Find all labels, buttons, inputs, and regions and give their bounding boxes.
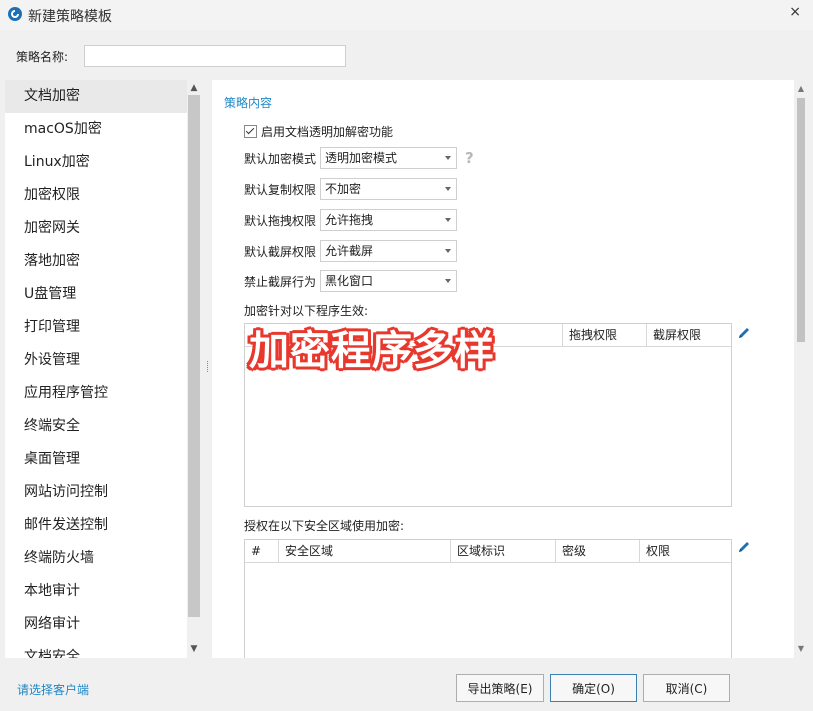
sidebar-item-endpoint-security[interactable]: 终端安全 <box>5 410 187 443</box>
default-screenshot-permission-select[interactable]: 允许截屏 <box>320 240 457 262</box>
checkbox-checked-icon[interactable] <box>244 125 257 138</box>
content-scrollbar[interactable]: ▲ ▼ <box>794 80 808 658</box>
zones-table[interactable]: # 安全区域 区域标识 密级 权限 <box>244 539 732 658</box>
field-label: 默认截屏权限 <box>244 244 317 259</box>
default-copy-permission-select[interactable]: 不加密 <box>320 178 457 200</box>
policy-name-label: 策略名称: <box>16 50 69 64</box>
column-header-security-zone: 安全区域 <box>279 540 451 562</box>
overlay-caption: 加密程序多样 <box>249 328 495 374</box>
close-button[interactable]: × <box>789 4 801 20</box>
dropdown-arrow-icon <box>445 279 451 283</box>
column-header-zone-id: 区域标识 <box>451 540 556 562</box>
sidebar-item-macos-encryption[interactable]: macOS加密 <box>5 113 187 146</box>
cancel-button[interactable]: 取消(C) <box>643 674 730 702</box>
policy-name-row: 策略名称: <box>0 38 813 74</box>
column-header-classification: 密级 <box>556 540 640 562</box>
app-logo-icon <box>8 7 22 21</box>
ok-button[interactable]: 确定(O) <box>550 674 637 702</box>
enable-transparent-encryption-label: 启用文档透明加解密功能 <box>261 125 394 139</box>
dropdown-arrow-icon <box>445 218 451 222</box>
sidebar-item-application-control[interactable]: 应用程序管控 <box>5 377 187 410</box>
help-icon[interactable]: ? <box>465 149 474 167</box>
sidebar-item-encryption-permissions[interactable]: 加密权限 <box>5 179 187 212</box>
column-header-screenshot-permission: 截屏权限 <box>653 328 702 342</box>
export-policy-button[interactable]: 导出策略(E) <box>456 674 544 702</box>
default-encryption-mode-select[interactable]: 透明加密模式 <box>320 147 457 169</box>
sidebar-item-landing-encryption[interactable]: 落地加密 <box>5 245 187 278</box>
dropdown-arrow-icon <box>445 249 451 253</box>
sidebar-item-document-security[interactable]: 文档安全 <box>5 641 187 658</box>
scroll-down-icon[interactable]: ▼ <box>794 642 808 656</box>
programs-table-label: 加密针对以下程序生效: <box>244 304 369 318</box>
sidebar-item-email-send-control[interactable]: 邮件发送控制 <box>5 509 187 542</box>
sidebar-scrollbar-thumb[interactable] <box>188 95 200 617</box>
sidebar-item-peripheral-management[interactable]: 外设管理 <box>5 344 187 377</box>
field-label: 默认复制权限 <box>244 182 317 197</box>
default-encryption-mode-row: 默认加密模式 透明加密模式 ? <box>244 146 474 170</box>
sidebar-nav: 文档加密 macOS加密 Linux加密 加密权限 加密网关 落地加密 U盘管理… <box>5 80 187 658</box>
content-scrollbar-thumb[interactable] <box>797 98 805 342</box>
scroll-down-icon[interactable]: ▼ <box>187 642 201 656</box>
sidebar-item-local-audit[interactable]: 本地审计 <box>5 575 187 608</box>
column-header-drag-permission: 拖拽权限 <box>563 324 647 346</box>
dropdown-arrow-icon <box>445 156 451 160</box>
default-screenshot-permission-row: 默认截屏权限 允许截屏 <box>244 239 457 263</box>
enable-transparent-encryption-row[interactable]: 启用文档透明加解密功能 <box>244 123 393 140</box>
zones-table-label: 授权在以下安全区域使用加密: <box>244 519 405 533</box>
sidebar-item-encryption-gateway[interactable]: 加密网关 <box>5 212 187 245</box>
scroll-up-icon[interactable]: ▲ <box>187 81 201 95</box>
sidebar-item-endpoint-firewall[interactable]: 终端防火墙 <box>5 542 187 575</box>
scroll-up-icon[interactable]: ▲ <box>794 82 808 96</box>
field-label: 禁止截屏行为 <box>244 274 317 289</box>
title-bar: 新建策略模板 × <box>0 0 813 30</box>
block-screenshot-behavior-select[interactable]: 黑化窗口 <box>320 270 457 292</box>
sidebar-item-usb-management[interactable]: U盘管理 <box>5 278 187 311</box>
splitter-handle[interactable] <box>206 360 210 378</box>
select-client-link[interactable]: 请选择客户端 <box>17 681 89 698</box>
sidebar-scrollbar[interactable]: ▲ ▼ <box>187 80 201 658</box>
column-header-permission: 权限 <box>646 544 671 558</box>
section-title: 策略内容 <box>224 96 273 110</box>
column-header-index: # <box>245 540 279 562</box>
window-title: 新建策略模板 <box>28 9 112 25</box>
sidebar-item-website-access-control[interactable]: 网站访问控制 <box>5 476 187 509</box>
default-drag-permission-row: 默认拖拽权限 允许拖拽 <box>244 208 457 232</box>
default-drag-permission-select[interactable]: 允许拖拽 <box>320 209 457 231</box>
field-label: 默认加密模式 <box>244 151 317 166</box>
sidebar-item-print-management[interactable]: 打印管理 <box>5 311 187 344</box>
sidebar-item-linux-encryption[interactable]: Linux加密 <box>5 146 187 179</box>
sidebar-item-desktop-management[interactable]: 桌面管理 <box>5 443 187 476</box>
sidebar-item-document-encryption[interactable]: 文档加密 <box>5 80 187 113</box>
policy-name-input[interactable] <box>84 45 346 67</box>
edit-pencil-icon[interactable] <box>737 540 751 554</box>
default-copy-permission-row: 默认复制权限 不加密 <box>244 177 457 201</box>
edit-pencil-icon[interactable] <box>737 326 751 340</box>
field-label: 默认拖拽权限 <box>244 213 317 228</box>
sidebar-item-network-audit[interactable]: 网络审计 <box>5 608 187 641</box>
zones-table-header: # 安全区域 区域标识 密级 权限 <box>245 540 731 563</box>
dropdown-arrow-icon <box>445 187 451 191</box>
block-screenshot-behavior-row: 禁止截屏行为 黑化窗口 <box>244 269 457 293</box>
